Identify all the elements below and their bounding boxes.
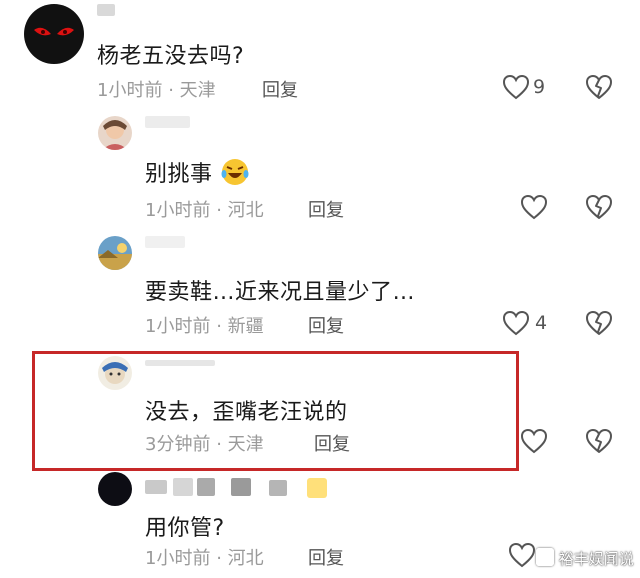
like-count: 4 [535, 312, 548, 334]
username[interactable] [145, 236, 185, 248]
username[interactable] [97, 4, 115, 16]
reply-button[interactable]: 回复 [308, 312, 344, 338]
comment-text: 杨老五没去吗? [97, 44, 245, 69]
reply-button[interactable]: 回复 [262, 76, 298, 102]
username[interactable] [145, 116, 190, 128]
badge-icon [307, 478, 327, 498]
username[interactable] [145, 360, 215, 366]
laughing-emoji-icon [220, 157, 250, 193]
comment-text: 要卖鞋…近来况且量少了… [145, 280, 416, 305]
comment-meta: 3分钟前 · 天津 [145, 434, 264, 455]
avatar[interactable] [98, 472, 132, 506]
watermark: 裕丰娱闻说 [536, 548, 634, 569]
comment-text: 用你管? [145, 516, 225, 541]
dislike-broken-heart-icon[interactable] [585, 74, 613, 104]
like-count: 9 [533, 76, 546, 98]
watermark-icon [536, 548, 554, 566]
avatar[interactable] [98, 236, 132, 270]
reply-button[interactable]: 回复 [308, 196, 344, 222]
comment-text: 没去，歪嘴老汪说的 [145, 400, 348, 425]
avatar[interactable] [24, 4, 84, 64]
avatar[interactable] [98, 356, 132, 390]
like-heart-icon[interactable] [520, 428, 548, 458]
comment-meta: 1小时前 · 天津 [97, 80, 216, 101]
username[interactable] [145, 478, 335, 498]
reply-button[interactable]: 回复 [308, 544, 344, 570]
comment-item: 要卖鞋…近来况且量少了… 1小时前 · 新疆 回复 4 [0, 230, 640, 348]
like-heart-icon[interactable] [502, 74, 530, 104]
comment-meta: 1小时前 · 河北 [145, 200, 264, 221]
like-heart-icon[interactable] [520, 194, 548, 224]
username-blur [173, 478, 193, 496]
comment-text: 别挑事 [145, 156, 250, 193]
reply-button[interactable]: 回复 [314, 430, 350, 456]
username-blur [269, 480, 287, 496]
comment-item: 用你管? 1小时前 · 河北 回复 裕丰娱闻说 [0, 468, 640, 578]
comment-item: 杨老五没去吗? 1小时前 · 天津 回复 9 [0, 0, 640, 112]
dislike-broken-heart-icon[interactable] [585, 428, 613, 458]
dislike-broken-heart-icon[interactable] [585, 310, 613, 340]
username-blur [197, 478, 215, 496]
comment-meta: 1小时前 · 新疆 [145, 316, 264, 337]
comment-item: 没去，歪嘴老汪说的 3分钟前 · 天津 回复 [0, 348, 640, 468]
comment-item: 别挑事 1小时前 · 河北 回复 [0, 112, 640, 230]
avatar[interactable] [98, 116, 132, 150]
comment-meta: 1小时前 · 河北 [145, 548, 264, 569]
username-blur [145, 480, 167, 494]
like-heart-icon[interactable] [502, 310, 530, 340]
username-blur [231, 478, 251, 496]
dislike-broken-heart-icon[interactable] [585, 194, 613, 224]
like-heart-icon[interactable] [508, 542, 536, 572]
